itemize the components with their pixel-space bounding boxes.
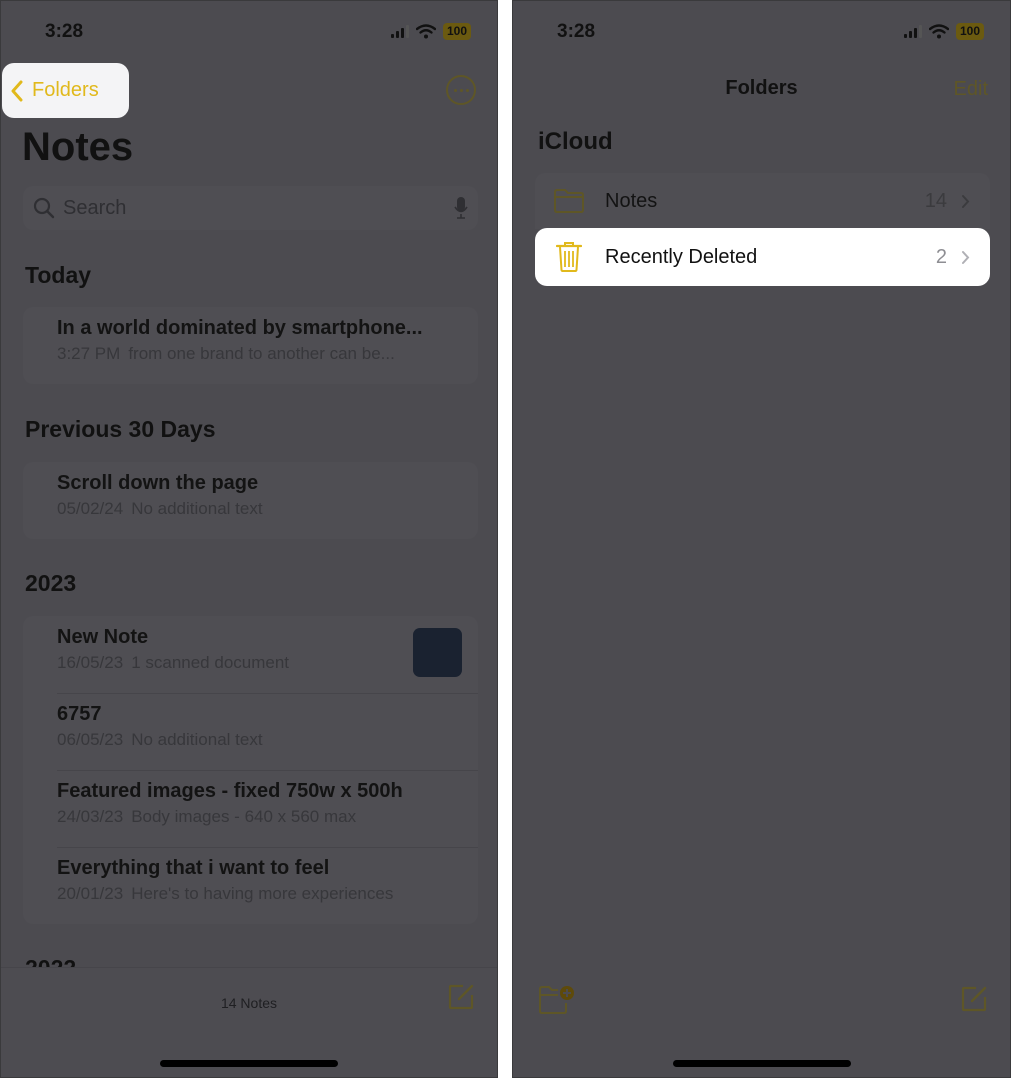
- chevron-right-icon: [962, 250, 970, 264]
- cellular-signal-icon: [390, 25, 409, 38]
- wifi-icon: [415, 24, 436, 39]
- note-item[interactable]: 6757 06/05/23 No additional text: [23, 693, 478, 770]
- note-subtitle: 24/03/23 Body images - 640 x 560 max: [57, 807, 478, 827]
- folder-count: 2: [935, 245, 947, 268]
- more-options-button[interactable]: [446, 75, 476, 105]
- note-title: Scroll down the page: [57, 472, 259, 494]
- compose-note-icon[interactable]: [960, 985, 988, 1013]
- note-subtitle: 3:27 PM from one brand to another can be.…: [57, 344, 478, 364]
- home-indicator: [160, 1060, 338, 1067]
- home-indicator: [672, 1060, 851, 1067]
- folder-count: 14: [924, 189, 947, 212]
- compose-note-icon[interactable]: [447, 983, 475, 1011]
- ellipsis-dot: [465, 88, 469, 92]
- chevron-left-icon: [11, 80, 23, 101]
- note-preview: No additional text: [131, 499, 263, 518]
- note-date: 20/01/23: [57, 884, 124, 903]
- status-icons: 100: [390, 23, 471, 40]
- battery-indicator: 100: [955, 23, 984, 40]
- bottom-toolbar: [513, 967, 1010, 1077]
- notes-group-today: In a world dominated by smartphone... 3:…: [23, 307, 478, 384]
- bottom-toolbar: 14 Notes: [1, 967, 497, 1077]
- note-item[interactable]: Featured images - fixed 750w x 500h 24/0…: [23, 770, 478, 847]
- note-preview: Body images - 640 x 560 max: [131, 807, 357, 826]
- wifi-icon: [928, 24, 949, 39]
- note-preview: Here's to having more experiences: [131, 884, 394, 903]
- note-item[interactable]: Scroll down the page 05/02/24 No addition…: [23, 462, 478, 539]
- chevron-right-icon: [962, 194, 970, 208]
- note-title: Everything that i want to feel: [57, 857, 330, 879]
- microphone-icon[interactable]: [454, 196, 468, 220]
- notes-list-screen: 3:28 100 Folders Notes Search Today In a…: [0, 0, 498, 1078]
- note-item[interactable]: In a world dominated by smartphone... 3:…: [23, 307, 478, 384]
- search-input[interactable]: Search: [63, 197, 454, 220]
- page-title: Notes: [22, 125, 134, 169]
- new-folder-icon[interactable]: [538, 985, 576, 1015]
- note-preview: No additional text: [131, 730, 263, 749]
- note-preview: from one brand to another can be...: [128, 344, 395, 363]
- note-count: 14 Notes: [220, 995, 278, 1011]
- note-date: 3:27 PM: [57, 344, 121, 363]
- note-date: 06/05/23: [57, 730, 124, 749]
- cellular-signal-icon: [903, 25, 922, 38]
- note-date: 05/02/24: [57, 499, 124, 518]
- note-date: 24/03/23: [57, 807, 124, 826]
- back-to-folders-button[interactable]: Folders: [2, 63, 129, 118]
- section-header-2023: 2023: [25, 570, 77, 596]
- note-subtitle: 05/02/24 No additional text: [57, 499, 478, 519]
- search-field[interactable]: Search: [23, 186, 478, 230]
- note-preview: 1 scanned document: [131, 653, 290, 672]
- ellipsis-dot: [453, 88, 457, 92]
- search-icon: [33, 197, 55, 219]
- notes-group-previous-30-days: Scroll down the page 05/02/24 No addition…: [23, 462, 478, 539]
- notes-group-2023: New Note 16/05/23 1 scanned document 6757…: [23, 616, 478, 924]
- account-header-icloud: iCloud: [538, 128, 613, 155]
- nav-title: Folders: [725, 77, 798, 99]
- folder-name: Notes: [605, 189, 658, 212]
- folder-item-notes[interactable]: Notes 14: [535, 173, 990, 229]
- battery-indicator: 100: [442, 23, 471, 40]
- folder-item-recently-deleted[interactable]: Recently Deleted 2: [535, 228, 990, 286]
- trash-icon: [553, 242, 585, 272]
- ellipsis-dot: [459, 88, 463, 92]
- status-icons: 100: [903, 23, 984, 40]
- section-header-today: Today: [25, 262, 92, 288]
- note-date: 16/05/23: [57, 653, 124, 672]
- note-title: In a world dominated by smartphone...: [57, 317, 423, 339]
- back-label: Folders: [32, 79, 99, 101]
- folders-screen: 3:28 100 Folders Edit iCloud Notes 14 Re…: [512, 0, 1011, 1078]
- status-time: 3:28: [557, 21, 596, 42]
- section-header-previous-30-days: Previous 30 Days: [25, 416, 216, 442]
- folder-list: Notes 14 Recently Deleted 2: [535, 173, 990, 286]
- note-title: Featured images - fixed 750w x 500h: [57, 780, 403, 802]
- note-subtitle: 06/05/23 No additional text: [57, 730, 478, 750]
- edit-button[interactable]: Edit: [954, 78, 988, 101]
- note-title: 6757: [57, 703, 102, 725]
- note-item[interactable]: Everything that i want to feel 20/01/23 H…: [23, 847, 478, 924]
- note-item[interactable]: New Note 16/05/23 1 scanned document: [23, 616, 478, 693]
- folder-name: Recently Deleted: [605, 245, 758, 268]
- folder-icon: [553, 186, 585, 216]
- note-subtitle: 20/01/23 Here's to having more experience…: [57, 884, 478, 904]
- status-time: 3:28: [45, 21, 84, 42]
- note-thumbnail: [413, 628, 462, 677]
